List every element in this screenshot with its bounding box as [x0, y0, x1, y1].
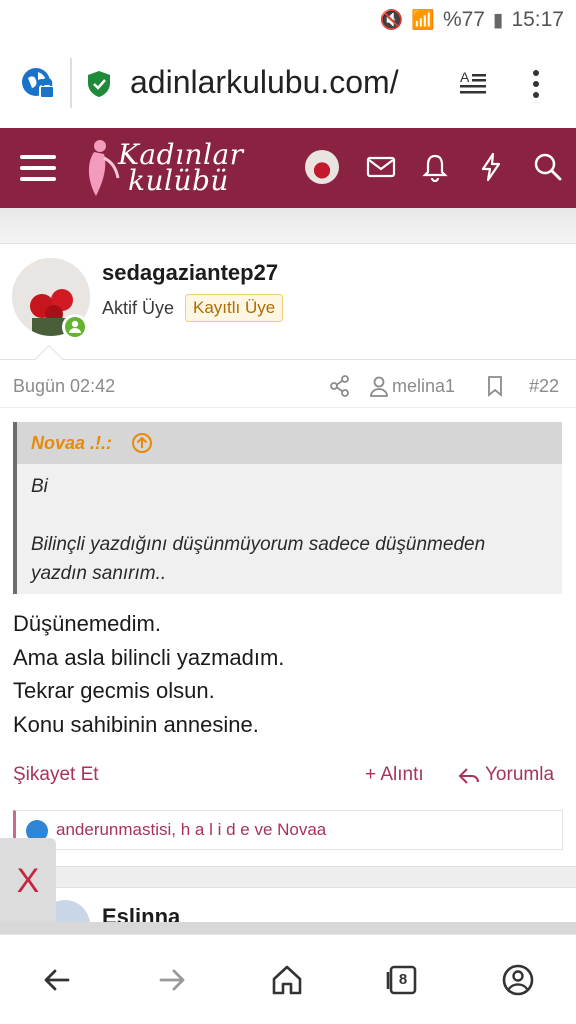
- browser-menu-icon[interactable]: [528, 68, 544, 100]
- reactions-bar[interactable]: anderunmastisi, h a l i d e ve Novaa: [13, 810, 563, 850]
- next-post: Eslinna: [0, 888, 576, 922]
- reply-button[interactable]: Yorumla: [485, 764, 554, 786]
- poster-username[interactable]: sedagaziantep27: [102, 260, 278, 286]
- quote-header: Novaa .!.:: [17, 422, 562, 464]
- quote-author[interactable]: Novaa .!.:: [31, 433, 112, 454]
- post-body-line: Konu sahibinin annesine.: [13, 712, 259, 737]
- browser-url-bar: adinlarkulubu.com/ A: [0, 40, 576, 128]
- mention-user[interactable]: melina1: [392, 376, 455, 397]
- close-overlay-button[interactable]: X: [0, 838, 56, 924]
- logo-text-line2: kulübü: [128, 164, 229, 197]
- user-avatar[interactable]: [305, 150, 339, 184]
- quote-button[interactable]: + Alıntı: [365, 764, 424, 786]
- user-icon: [69, 320, 81, 333]
- arrow-up-circle-icon[interactable]: [131, 432, 153, 454]
- user-badge: Kayıtlı Üye: [185, 294, 284, 322]
- forward-arrow-icon[interactable]: [155, 963, 189, 997]
- home-icon[interactable]: [270, 963, 304, 997]
- reader-mode-icon[interactable]: A: [458, 68, 488, 100]
- header-separator: [0, 208, 576, 244]
- quote-line: yazdın sanırım..: [31, 563, 167, 584]
- battery-icon: ▮: [492, 9, 504, 31]
- post-separator: [0, 866, 576, 888]
- clock: 15:17: [511, 8, 564, 31]
- mention-user-icon: [370, 376, 388, 397]
- wifi-icon: 📶: [411, 10, 435, 31]
- post-time[interactable]: Bugün 02:42: [13, 376, 115, 397]
- quote-block: Novaa .!.: Bi Bilinçli yazdığını düşünmü…: [13, 422, 562, 594]
- site-logo[interactable]: Kadınlar kulübü: [82, 134, 243, 200]
- mute-icon: 🔇: [379, 10, 404, 31]
- inbox-icon[interactable]: [366, 152, 396, 182]
- url-field[interactable]: adinlarkulubu.com/: [130, 64, 440, 104]
- divider: [0, 359, 576, 360]
- svg-text:A: A: [460, 69, 470, 85]
- battery-level: %77: [442, 8, 485, 31]
- reactions-list[interactable]: anderunmastisi, h a l i d e ve Novaa: [56, 820, 326, 840]
- browser-bottom-bar: [0, 934, 576, 1024]
- poster-title: Aktif Üye: [102, 298, 175, 318]
- status-bar: 🔇 📶 %77 ▮ 15:17: [0, 0, 576, 40]
- reply-arrow-icon: [458, 768, 479, 784]
- site-info-icon[interactable]: [20, 66, 56, 102]
- divider: [0, 407, 576, 408]
- online-status-badge: [62, 314, 88, 340]
- quote-line: Bi: [31, 476, 48, 497]
- quote-line: Bilinçli yazdığını düşünmüyorum sadece d…: [31, 534, 486, 555]
- post-number[interactable]: #22: [529, 376, 559, 397]
- hamburger-menu-icon[interactable]: [20, 150, 56, 186]
- back-arrow-icon[interactable]: [40, 963, 74, 997]
- secure-shield-icon: [88, 71, 110, 97]
- report-button[interactable]: Şikayet Et: [13, 764, 99, 786]
- next-poster-username[interactable]: Eslinna: [102, 904, 180, 922]
- share-icon[interactable]: [329, 375, 351, 397]
- bookmark-icon[interactable]: [484, 375, 506, 397]
- logo-figure-icon: [88, 140, 120, 196]
- post-body-line: Düşünemedim.: [13, 611, 161, 636]
- url-divider: [70, 58, 72, 108]
- tab-count: 8: [398, 970, 408, 988]
- post-body-line: Ama asla bilincli yazmadım.: [13, 645, 285, 670]
- post-body-line: Tekrar gecmis olsun.: [13, 678, 215, 703]
- bell-icon[interactable]: [420, 152, 450, 182]
- account-icon[interactable]: [501, 963, 535, 997]
- search-icon[interactable]: [533, 152, 563, 182]
- lightning-icon[interactable]: [476, 152, 506, 182]
- bottom-band: [0, 922, 576, 934]
